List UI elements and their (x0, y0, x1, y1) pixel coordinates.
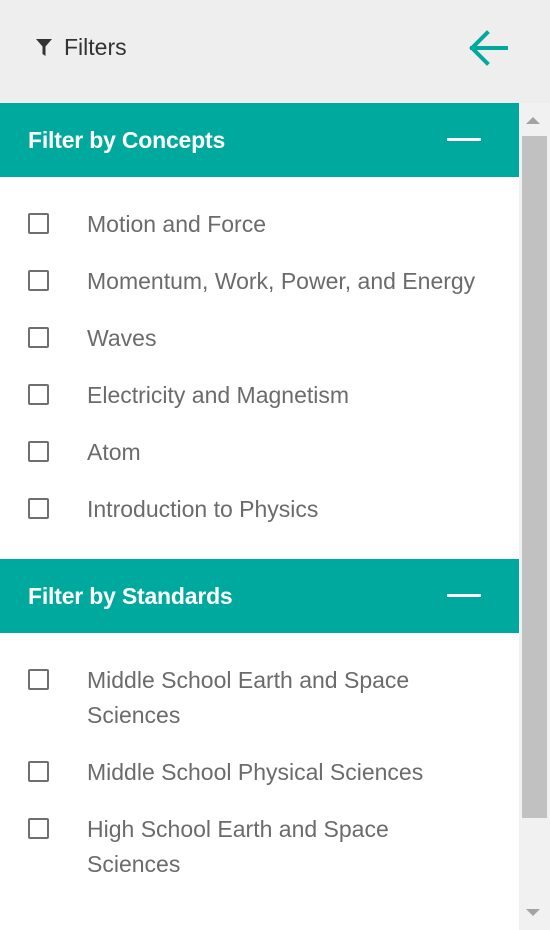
filters-title: Filters (36, 34, 127, 61)
section-title-standards: Filter by Standards (28, 582, 233, 609)
checkbox[interactable] (28, 761, 49, 782)
list-item[interactable]: Waves (0, 321, 519, 356)
checkbox[interactable] (28, 441, 49, 462)
section-header-concepts[interactable]: Filter by Concepts (0, 103, 519, 177)
checkbox[interactable] (28, 384, 49, 405)
vertical-scrollbar[interactable] (519, 103, 550, 930)
checkbox[interactable] (28, 270, 49, 291)
checkbox[interactable] (28, 818, 49, 839)
arrow-left-icon (469, 30, 508, 66)
minus-icon (447, 594, 481, 597)
list-item-label: Middle School Physical Sciences (87, 759, 424, 785)
filters-title-label: Filters (64, 34, 127, 60)
back-button[interactable] (466, 26, 510, 70)
scroll-up-arrow-icon[interactable] (526, 117, 540, 124)
checkbox[interactable] (28, 498, 49, 519)
funnel-icon (36, 38, 52, 56)
minus-icon (447, 138, 481, 141)
list-item[interactable]: Momentum, Work, Power, and Energy (0, 264, 519, 299)
list-item-label: Momentum, Work, Power, and Energy (87, 268, 476, 294)
concepts-list: Motion and Force Momentum, Work, Power, … (0, 177, 519, 559)
list-item[interactable]: Middle School Physical Sciences (0, 755, 519, 790)
list-item[interactable]: Electricity and Magnetism (0, 378, 519, 413)
section-header-standards[interactable]: Filter by Standards (0, 559, 519, 633)
list-item-label: Motion and Force (87, 211, 266, 237)
list-item-label: Middle School Earth and Space Sciences (87, 667, 410, 728)
list-item[interactable]: Introduction to Physics (0, 492, 519, 527)
list-item-label: High School Earth and Space Sciences (87, 816, 389, 877)
list-item[interactable]: Atom (0, 435, 519, 470)
scrollbar-thumb[interactable] (522, 136, 547, 818)
list-item-label: Introduction to Physics (87, 496, 319, 522)
checkbox[interactable] (28, 669, 49, 690)
filters-panel: Filters Filter by Concepts Motion and Fo… (0, 0, 550, 930)
list-item[interactable]: Motion and Force (0, 207, 519, 242)
list-item[interactable]: High School Earth and Space Sciences (0, 812, 519, 882)
list-item[interactable]: Middle School Earth and Space Sciences (0, 663, 519, 733)
standards-list: Middle School Earth and Space Sciences M… (0, 633, 519, 914)
checkbox[interactable] (28, 213, 49, 234)
list-item-label: Atom (87, 439, 141, 465)
list-item-label: Electricity and Magnetism (87, 382, 350, 408)
filters-header: Filters (0, 0, 550, 103)
section-title-concepts: Filter by Concepts (28, 126, 226, 153)
filters-scroll-area: Filter by Concepts Motion and Force Mome… (0, 103, 519, 930)
scroll-down-arrow-icon[interactable] (526, 909, 540, 916)
checkbox[interactable] (28, 327, 49, 348)
list-item-label: Waves (87, 325, 157, 351)
